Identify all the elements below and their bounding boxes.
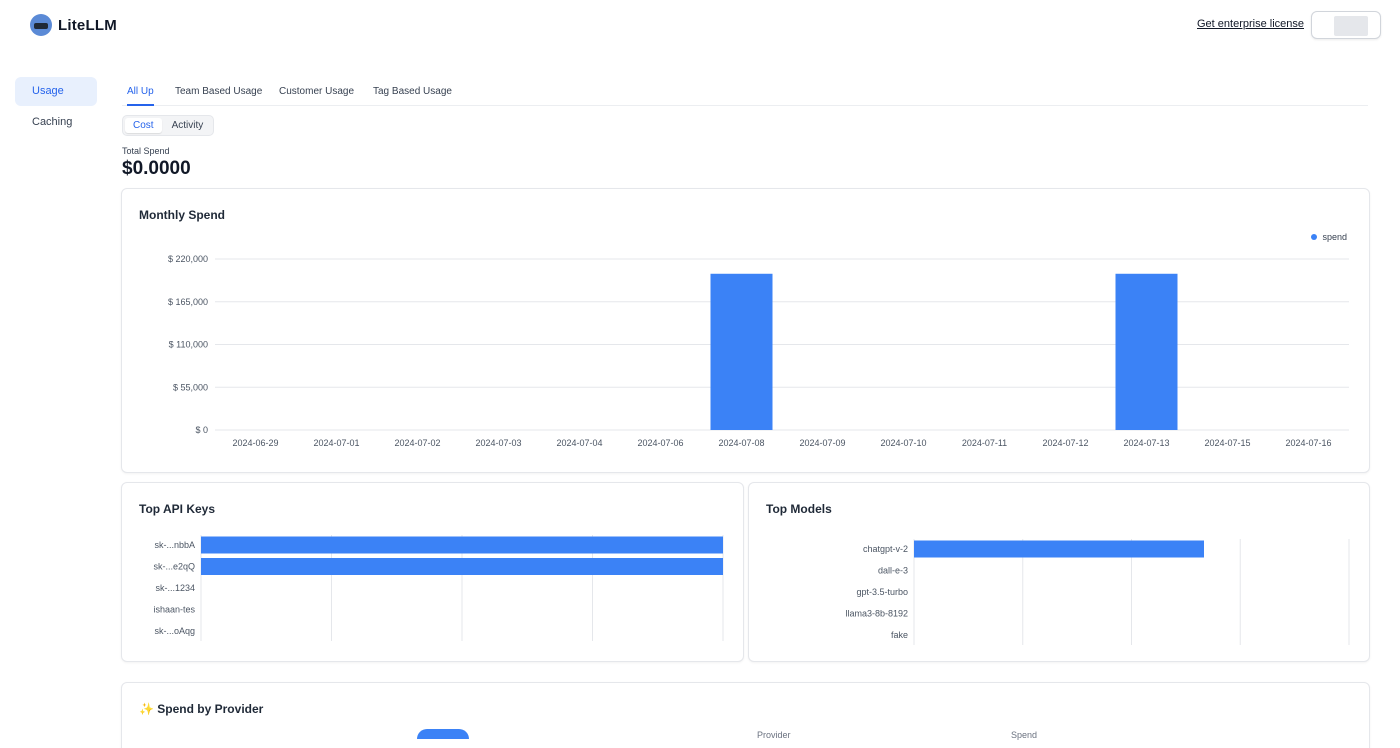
sidebar: Usage Caching xyxy=(15,77,97,139)
x-tick-label: 2024-06-29 xyxy=(232,438,278,448)
y-category-label: chatgpt-v-2 xyxy=(863,544,908,554)
spend-by-provider-card: ✨ Spend by Provider Provider Spend xyxy=(121,682,1370,748)
x-tick-label: 2024-07-03 xyxy=(475,438,521,448)
top-header: LiteLLM Get enterprise license xyxy=(0,0,1400,52)
y-category-label: sk-...1234 xyxy=(155,583,195,593)
horizontal-bar xyxy=(201,558,723,575)
tab-all-up[interactable]: All Up xyxy=(127,86,154,106)
toggle-activity[interactable]: Activity xyxy=(164,118,212,133)
x-tick-label: 2024-07-08 xyxy=(718,438,764,448)
tab-tag-based-usage[interactable]: Tag Based Usage xyxy=(373,86,452,104)
y-tick-label: $ 220,000 xyxy=(168,254,208,264)
x-tick-label: 2024-07-11 xyxy=(962,438,1007,448)
y-category-label: sk-...e2qQ xyxy=(153,562,195,572)
x-tick-label: 2024-07-12 xyxy=(1042,438,1088,448)
x-tick-label: 2024-07-06 xyxy=(637,438,683,448)
x-tick-label: 2024-07-16 xyxy=(1285,438,1331,448)
spend-bar xyxy=(1115,273,1178,430)
x-tick-label: 2024-07-13 xyxy=(1123,438,1169,448)
y-category-label: dall-e-3 xyxy=(878,566,908,576)
total-spend-label: Total Spend xyxy=(122,146,170,156)
y-category-label: sk-...oAqg xyxy=(154,626,195,636)
x-tick-label: 2024-07-09 xyxy=(799,438,845,448)
x-tick-label: 2024-07-10 xyxy=(880,438,926,448)
y-tick-label: $ 165,000 xyxy=(168,297,208,307)
x-tick-label: 2024-07-01 xyxy=(313,438,359,448)
x-tick-label: 2024-07-04 xyxy=(556,438,602,448)
horizontal-bar xyxy=(914,540,1204,558)
y-category-label: llama3-8b-8192 xyxy=(845,609,908,619)
sidebar-item-caching[interactable]: Caching xyxy=(15,108,97,137)
enterprise-license-link[interactable]: Get enterprise license xyxy=(1197,18,1304,30)
provider-column-header: Provider xyxy=(757,730,791,740)
provider-pie-chart xyxy=(417,729,469,739)
sidebar-item-usage[interactable]: Usage xyxy=(15,77,97,106)
user-menu-button[interactable] xyxy=(1311,11,1381,39)
toggle-cost[interactable]: Cost xyxy=(125,118,162,133)
y-category-label: sk-...nbbA xyxy=(154,540,195,550)
sparkle-icon: ✨ xyxy=(139,702,154,716)
spend-by-provider-heading: ✨ Spend by Provider xyxy=(139,702,263,716)
top-api-keys-chart: sk-...nbbA sk-...e2qQ sk-...1234 ishaan-tes… xyxy=(153,535,724,641)
y-category-label: gpt-3.5-turbo xyxy=(856,587,908,597)
litellm-logo-icon xyxy=(30,14,52,36)
redacted-user-icon xyxy=(1334,16,1368,36)
top-models-card: Top Models chatgpt-v-2 dall-e-3 gpt-3.5-tu… xyxy=(748,482,1370,662)
tab-customer-usage[interactable]: Customer Usage xyxy=(279,86,354,104)
y-tick-label: $ 0 xyxy=(195,425,208,435)
app-name: LiteLLM xyxy=(58,16,117,34)
top-models-chart: chatgpt-v-2 dall-e-3 gpt-3.5-turbo llama3-8… xyxy=(845,539,1350,645)
monthly-spend-card: Monthly Spend spend $ 220,000 $ 165,000 $ … xyxy=(121,188,1370,473)
top-api-keys-card: Top API Keys sk-...nbbA sk-...e2qQ sk-...1… xyxy=(121,482,744,662)
monthly-spend-chart: $ 220,000 $ 165,000 $ 110,000 $ 55,000 $ 0 20… xyxy=(168,254,1349,448)
app-logo[interactable]: LiteLLM xyxy=(30,14,117,36)
y-category-label: ishaan-tes xyxy=(153,605,195,615)
cost-activity-toggle: Cost Activity xyxy=(122,115,215,136)
x-tick-label: 2024-07-15 xyxy=(1204,438,1250,448)
total-spend-value: $0.0000 xyxy=(122,158,191,179)
spend-bar xyxy=(710,273,773,430)
usage-tabs: All Up Team Based Usage Customer Usage T… xyxy=(122,82,1368,106)
horizontal-bar xyxy=(201,536,723,554)
spend-column-header: Spend xyxy=(1011,730,1038,740)
spend-by-provider-title: Spend by Provider xyxy=(157,702,264,716)
y-tick-label: $ 55,000 xyxy=(173,382,208,392)
tab-team-based-usage[interactable]: Team Based Usage xyxy=(175,86,262,104)
y-tick-label: $ 110,000 xyxy=(169,340,208,350)
y-category-label: fake xyxy=(891,630,908,640)
x-tick-label: 2024-07-02 xyxy=(394,438,440,448)
